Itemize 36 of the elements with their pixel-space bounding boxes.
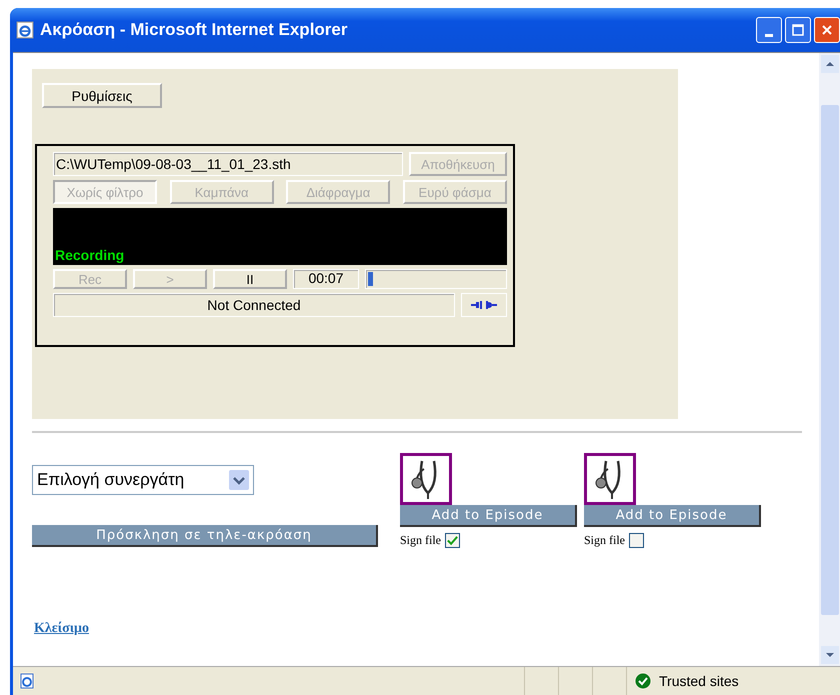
security-zone: Trusted sites xyxy=(659,673,739,689)
recording-status: Recording xyxy=(55,247,124,263)
scroll-down-icon[interactable] xyxy=(820,646,838,664)
filter-button[interactable]: Ευρύ φάσμα xyxy=(402,180,507,204)
invite-button[interactable]: Πρόσκληση σε τηλε-ακρόαση xyxy=(32,525,378,547)
scrollbar[interactable] xyxy=(819,53,840,666)
settings-button[interactable]: Ρυθμίσεις xyxy=(42,83,162,108)
partner-select[interactable]: Επιλογή συνεργάτη xyxy=(32,465,254,495)
transport-button[interactable]: II xyxy=(213,269,287,289)
filter-button[interactable]: Διάφραγμα xyxy=(286,180,390,204)
add-to-episode-button[interactable]: Add to Episode xyxy=(400,505,577,527)
browser-icon xyxy=(16,21,34,39)
time-display: 00:07 xyxy=(293,269,359,289)
close-icon xyxy=(821,24,833,36)
stethoscope-icon xyxy=(584,453,636,505)
sign-file-label: Sign file xyxy=(400,533,441,548)
scroll-up-icon[interactable] xyxy=(820,55,838,73)
minimize-icon xyxy=(765,34,773,36)
window-title: Ακρόαση - Microsoft Internet Explorer xyxy=(40,20,348,40)
filter-button[interactable]: Καμπάνα xyxy=(170,180,274,204)
close-button[interactable] xyxy=(814,17,840,43)
file-path-field[interactable]: C:\WUTemp\09-08-03__11_01_23.sth xyxy=(53,152,403,176)
connection-status: Not Connected xyxy=(53,293,455,317)
sign-file-checkbox[interactable] xyxy=(445,533,460,548)
stethoscope-icon xyxy=(400,453,452,505)
maximize-button[interactable] xyxy=(785,17,811,43)
sign-file-label: Sign file xyxy=(584,533,625,548)
minimize-button[interactable] xyxy=(756,17,782,43)
close-link[interactable]: Κλείσιμο xyxy=(34,621,89,637)
sign-file-checkbox[interactable] xyxy=(629,533,644,548)
check-icon xyxy=(635,673,651,689)
page-icon xyxy=(19,673,35,689)
filter-button[interactable]: Χωρίς φίλτρο xyxy=(53,180,157,204)
plug-icon xyxy=(471,299,497,311)
add-to-episode-button[interactable]: Add to Episode xyxy=(584,505,761,527)
maximize-icon xyxy=(792,24,804,36)
